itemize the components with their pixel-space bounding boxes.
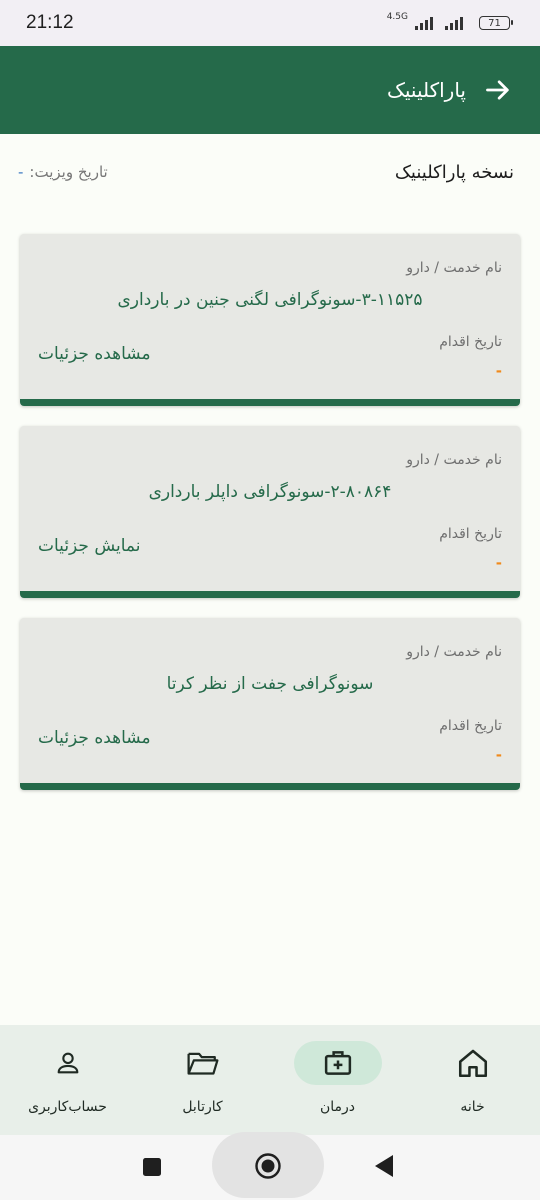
arrow-right-icon xyxy=(486,80,509,100)
service-card: نام خدمت / دارو ۲-۸۰۸۶۴-سونوگرافی داپلر … xyxy=(20,426,520,598)
action-date-label: تاریخ اقدام xyxy=(439,718,502,734)
battery-icon: 71 xyxy=(479,16,513,30)
nav-icon-wrap xyxy=(429,1041,517,1085)
circle-home-icon xyxy=(255,1153,281,1179)
battery-level: 71 xyxy=(488,17,501,29)
page-title: پاراکلینیک xyxy=(386,78,466,102)
status-bar: 21:12 4.5G 71 xyxy=(0,0,540,46)
action-date-value: - xyxy=(495,362,502,380)
recents-button[interactable] xyxy=(140,1155,164,1179)
nav-label: خانه xyxy=(460,1099,485,1115)
network-type: 4.5G xyxy=(386,11,408,22)
nav-item-home[interactable]: خانه xyxy=(405,1025,540,1135)
triangle-back-icon xyxy=(375,1155,393,1177)
nav-item-account[interactable]: حساب‌کاربری xyxy=(0,1025,135,1135)
visit-date: تاریخ ویزیت: - xyxy=(18,163,108,181)
back-nav-button[interactable] xyxy=(372,1153,396,1179)
service-label: نام خدمت / دارو xyxy=(406,452,502,468)
system-nav-bar xyxy=(0,1132,540,1200)
app-bar: پاراکلینیک xyxy=(0,46,540,134)
visit-date-label: تاریخ ویزیت: xyxy=(29,163,108,181)
service-label: نام خدمت / دارو xyxy=(406,260,502,276)
action-date-label: تاریخ اقدام xyxy=(439,526,502,542)
service-card: نام خدمت / دارو سونوگرافی جفت از نظر کرت… xyxy=(20,618,520,790)
nav-icon-wrap-active xyxy=(293,1041,382,1085)
status-time: 21:12 xyxy=(26,12,74,33)
nav-label: حساب‌کاربری xyxy=(28,1099,107,1115)
service-card: نام خدمت / دارو ۳-۱۱۵۲۵-سونوگرافی لگنی ج… xyxy=(20,234,520,406)
view-details-button[interactable]: مشاهده جزئیات xyxy=(38,344,151,364)
nav-icon-wrap xyxy=(24,1041,112,1085)
nav-item-treatment[interactable]: درمان xyxy=(270,1025,405,1135)
home-button[interactable] xyxy=(252,1150,284,1182)
prescription-title: نسخه پاراکلینیک xyxy=(394,161,514,183)
nav-item-cartable[interactable]: کارتابل xyxy=(135,1025,270,1135)
service-name: سونوگرافی جفت از نظر کرتا xyxy=(166,674,374,694)
bottom-nav: حساب‌کاربری کارتابل درمان خانه xyxy=(0,1025,540,1135)
nav-label: کارتابل xyxy=(182,1099,223,1115)
folder-icon xyxy=(187,1052,218,1075)
view-details-button[interactable]: نمایش جزئیات xyxy=(38,536,140,556)
view-details-button[interactable]: مشاهده جزئیات xyxy=(38,728,151,748)
status-icons: 4.5G 71 xyxy=(386,11,513,30)
nav-icon-wrap xyxy=(159,1041,247,1085)
service-label: نام خدمت / دارو xyxy=(406,644,502,660)
user-icon xyxy=(57,1052,78,1074)
action-date-label: تاریخ اقدام xyxy=(439,334,502,350)
nav-label: درمان xyxy=(319,1099,356,1115)
signal-icon-2 xyxy=(445,17,463,30)
medical-kit-icon xyxy=(324,1051,351,1075)
prescription-header: نسخه پاراکلینیک تاریخ ویزیت: - xyxy=(18,152,514,192)
service-name: ۳-۱۱۵۲۵-سونوگرافی لگنی جنین در بارداری xyxy=(117,290,423,310)
home-icon xyxy=(458,1049,487,1078)
visit-date-value: - xyxy=(18,163,24,181)
action-date-value: - xyxy=(495,554,502,572)
action-date-value: - xyxy=(495,746,502,764)
signal-icon xyxy=(415,17,433,30)
service-name: ۲-۸۰۸۶۴-سونوگرافی داپلر بارداری xyxy=(148,482,392,502)
back-button[interactable] xyxy=(482,74,514,106)
square-icon xyxy=(143,1158,161,1176)
